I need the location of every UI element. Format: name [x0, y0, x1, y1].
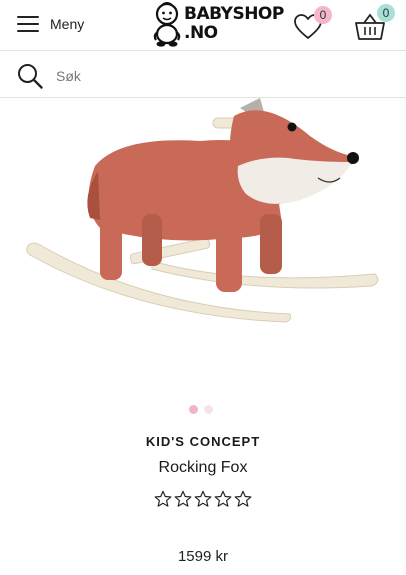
hamburger-icon: [17, 15, 39, 33]
star-outline-icon[interactable]: [174, 490, 192, 508]
menu-button[interactable]: Meny: [17, 12, 84, 36]
carousel-dot[interactable]: [204, 405, 213, 414]
logo-line-1: BABYSHOP: [184, 4, 284, 24]
babyshop-logo[interactable]: BABYSHOP .NO: [152, 2, 284, 48]
menu-label: Meny: [50, 16, 85, 32]
product-name: Rocking Fox: [158, 459, 248, 476]
search-bar: [0, 50, 406, 98]
carousel-dot-active[interactable]: [189, 405, 198, 414]
search-input[interactable]: [54, 63, 388, 89]
favorites-count-badge: 0: [314, 6, 332, 24]
logo-line-2: .NO: [184, 23, 218, 43]
star-outline-icon[interactable]: [234, 490, 252, 508]
product-price: 1599 kr: [177, 548, 229, 565]
search-icon[interactable]: [16, 62, 44, 90]
logo-text: BABYSHOP .NO: [184, 5, 284, 43]
rating-stars: [154, 490, 252, 508]
favorites-button[interactable]: 0: [293, 6, 333, 42]
baby-mascot-icon: [153, 2, 181, 47]
star-outline-icon[interactable]: [214, 490, 232, 508]
top-header: Meny BABYSHOP .NO 0 0: [0, 0, 406, 50]
cart-button[interactable]: 0: [354, 4, 398, 42]
star-outline-icon[interactable]: [194, 490, 212, 508]
image-carousel-dots: [189, 405, 213, 414]
product-brand[interactable]: KID'S CONCEPT: [0, 434, 406, 449]
star-outline-icon[interactable]: [154, 490, 172, 508]
product-image-rocking-fox[interactable]: [20, 96, 390, 346]
cart-count-badge: 0: [377, 4, 395, 22]
